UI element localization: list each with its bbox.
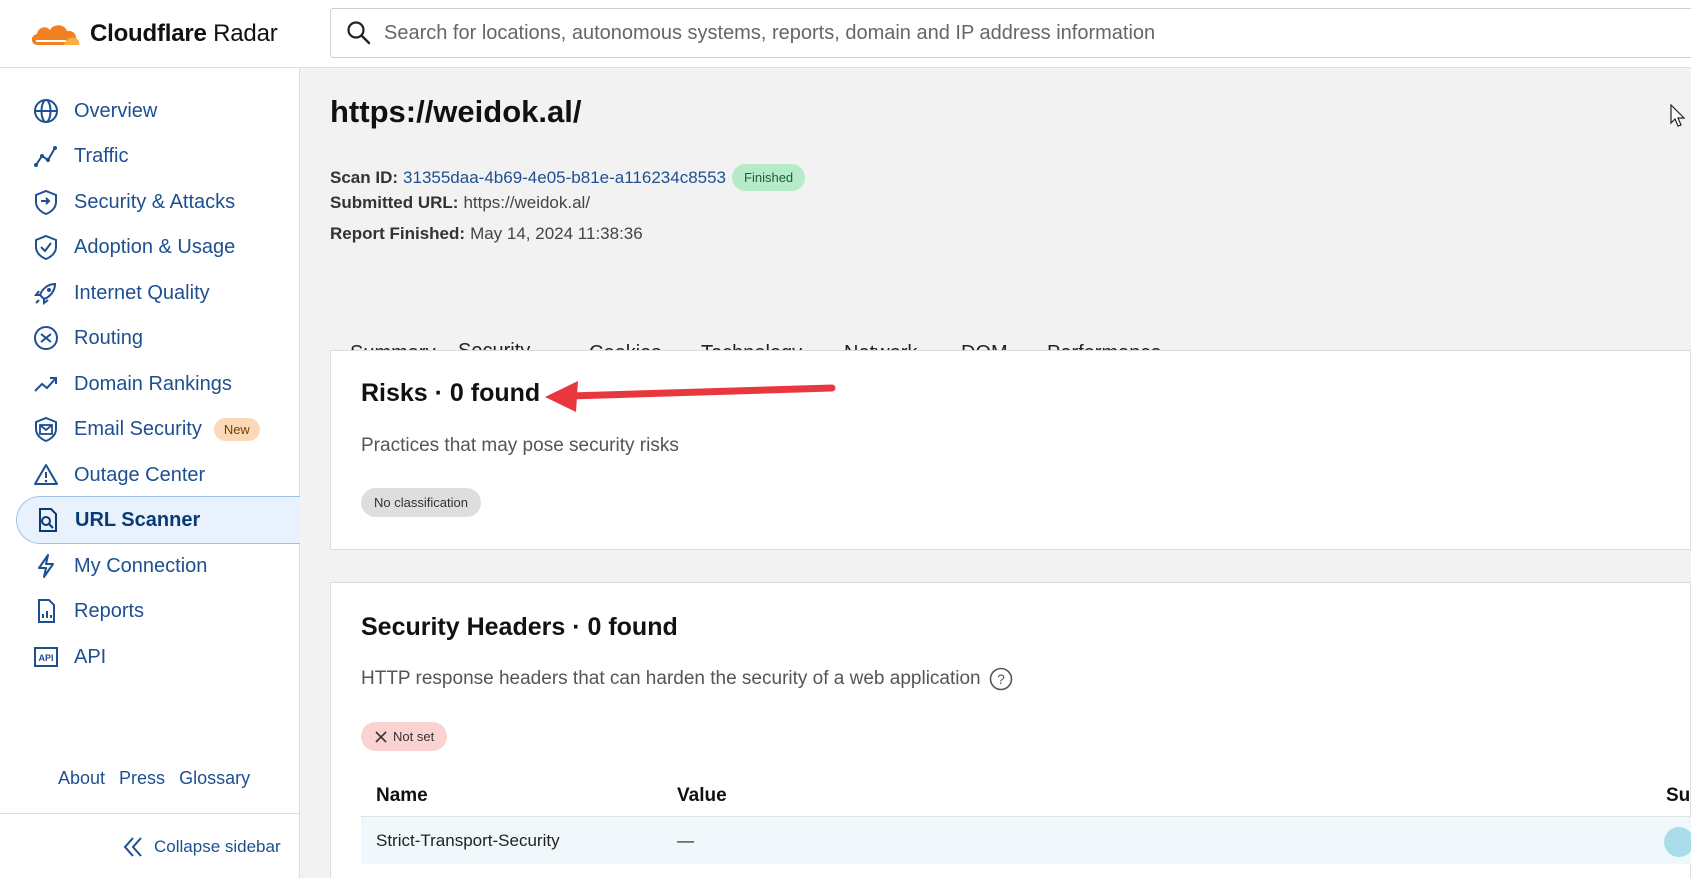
sidebar-item-reports[interactable]: Reports [16,587,300,635]
sidebar-item-label: Reports [74,599,145,622]
security-headers-description: HTTP response headers that can harden th… [361,667,1013,691]
report-icon [32,597,60,625]
trend-up-icon [32,370,60,398]
report-finished-row: Report Finished: May 14, 2024 11:38:36 [330,224,643,244]
sidebar-item-overview[interactable]: Overview [16,87,300,135]
column-header-support: Su [1666,785,1691,806]
glossary-link[interactable]: Glossary [179,768,250,789]
sidebar-item-label: Outage Center [74,463,206,486]
sidebar-item-traffic[interactable]: Traffic [16,132,300,180]
globe-icon [32,97,60,125]
sidebar-footer-links: About Press Glossary [58,768,250,789]
shield-attack-icon [32,188,60,216]
security-headers-card: Security Headers · 0 found HTTP response… [330,582,1691,878]
sidebar-item-label: Security & Attacks [74,190,236,213]
table-row[interactable]: Strict-Transport-Security — [361,816,1691,864]
table-header: Name Value Su [361,776,1691,816]
not-set-chip: Not set [361,722,448,751]
sidebar-item-label: API [74,645,107,668]
support-indicator [1664,827,1691,857]
sidebar-item-url-scanner[interactable]: URL Scanner [16,496,300,544]
sidebar-item-label: Internet Quality [74,281,210,304]
sidebar-item-label: Routing [74,326,143,349]
scan-id-row: Scan ID: 31355daa-4b69-4e05-b81e-a116234… [330,164,806,191]
report-finished-label: Report Finished: [330,224,466,243]
annotation-arrow-icon [545,381,836,412]
submitted-url-value: https://weidok.al/ [463,193,591,212]
main-content: https://weidok.al/ Scan ID: 31355daa-4b6… [300,68,1691,878]
rocket-icon [32,279,60,307]
column-header-name: Name [376,785,428,806]
sidebar-item-email-security[interactable]: Email Security New [16,405,300,453]
help-icon[interactable]: ? [989,667,1013,691]
shield-check-icon [32,233,60,261]
email-shield-icon [32,415,60,443]
sidebar-item-security-attacks[interactable]: Security & Attacks [16,178,300,226]
submitted-url-row: Submitted URL: https://weidok.al/ [330,193,590,213]
scan-id-link[interactable]: 31355daa-4b69-4e05-b81e-a116234c8553 [403,168,726,188]
risks-heading: Risks · 0 found [361,379,541,407]
sidebar-item-label: Adoption & Usage [74,235,236,258]
status-badge: Finished [732,164,806,191]
security-headers-heading: Security Headers · 0 found [361,613,678,641]
about-link[interactable]: About [58,768,105,789]
not-set-label: Not set [393,729,435,744]
warning-icon [32,461,60,489]
header-value-cell: — [677,830,694,850]
page-title: https://weidok.al/ [330,94,582,129]
risks-description: Practices that may pose security risks [361,435,679,456]
sidebar-item-label: Email Security [74,417,202,440]
sidebar-item-my-connection[interactable]: My Connection [16,542,300,590]
new-badge: New [213,417,260,441]
url-scan-icon [33,506,61,534]
sidebar-item-label: Traffic [74,144,129,167]
sidebar-item-label: My Connection [74,554,208,577]
api-icon: API [32,643,60,671]
search-bar[interactable] [330,8,1691,58]
submitted-url-label: Submitted URL: [330,193,459,212]
sidebar-item-domain-rankings[interactable]: Domain Rankings [16,360,300,408]
header-name-cell: Strict-Transport-Security [376,830,560,850]
cloudflare-radar-logo[interactable]: Cloudflare Radar [28,18,278,50]
sidebar-item-label: URL Scanner [75,508,201,531]
sidebar-item-label: Overview [74,99,158,122]
press-link[interactable]: Press [119,768,165,789]
svg-text:?: ? [997,671,1005,687]
logo-text: Cloudflare Radar [90,20,278,47]
sidebar-item-outage-center[interactable]: Outage Center [16,451,300,499]
cloudflare-cloud-icon [31,25,80,45]
security-headers-description-text: HTTP response headers that can harden th… [361,668,981,689]
collapse-sidebar-button[interactable]: Collapse sidebar [120,834,281,860]
column-header-value: Value [677,785,727,806]
scan-id-label: Scan ID: [330,167,399,187]
collapse-sidebar-label: Collapse sidebar [154,837,281,856]
routing-icon [32,324,60,352]
risks-card: Risks · 0 found Practices that may pose … [330,350,1691,550]
report-finished-value: May 14, 2024 11:38:36 [470,224,643,243]
lightning-icon [32,552,60,580]
sidebar-item-api[interactable]: API API [16,633,300,681]
svg-text:API: API [38,653,53,663]
sidebar: Overview Traffic Security & Attacks Adop… [0,68,300,878]
traffic-chart-icon [32,142,60,170]
sidebar-item-adoption-usage[interactable]: Adoption & Usage [16,223,300,271]
sidebar-item-routing[interactable]: Routing [16,314,300,362]
double-chevron-left-icon [123,837,142,857]
sidebar-item-label: Domain Rankings [74,372,232,395]
search-icon [347,21,371,45]
sidebar-item-internet-quality[interactable]: Internet Quality [16,269,300,317]
search-input[interactable] [384,21,1584,45]
sidebar-divider [0,813,300,814]
close-icon [375,730,387,743]
mouse-cursor-icon [1670,104,1686,127]
no-classification-chip: No classification [361,488,481,517]
top-bar: Cloudflare Radar [0,0,1691,68]
